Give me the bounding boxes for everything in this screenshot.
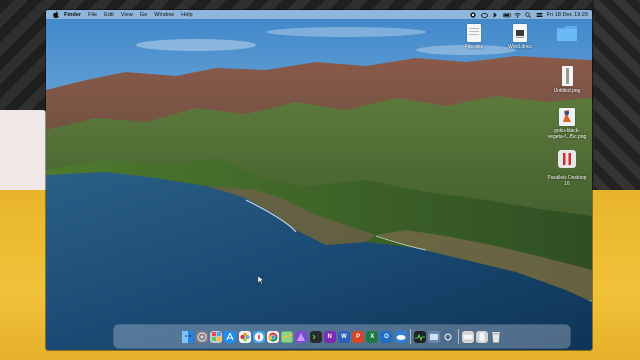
menu-edit[interactable]: Edit — [104, 12, 114, 18]
word-document-icon — [513, 24, 527, 42]
battery-icon[interactable] — [502, 12, 511, 18]
dock-onedrive-icon[interactable] — [394, 330, 407, 343]
dock-safari-icon[interactable] — [252, 330, 265, 343]
dock-powerpoint-icon[interactable]: P — [352, 330, 365, 343]
dock-excel-icon[interactable]: X — [366, 330, 379, 343]
dock-downloads-stack-icon[interactable] — [461, 330, 474, 343]
dock-separator — [457, 329, 459, 344]
desktop-icon-label: Parallels Desktop 16 — [547, 175, 587, 187]
bluetooth-icon[interactable] — [492, 12, 498, 18]
mouse-cursor-icon — [258, 276, 264, 284]
menu-help[interactable]: Help — [181, 12, 193, 18]
apple-menu-icon[interactable] — [52, 11, 59, 18]
dock-affinity-icon[interactable] — [295, 330, 308, 343]
dock-system-preferences-icon[interactable] — [196, 330, 209, 343]
dock-preview-icon[interactable] — [428, 330, 441, 343]
mac-screen: Finder File Edit View Go Window Help Fri… — [46, 10, 592, 350]
desktop-file-xlsx[interactable]: File.xlsx — [450, 24, 498, 50]
desktop-file-goku-png[interactable]: goku-black- vegeta-f...f5c.png — [543, 108, 591, 140]
dock-activity-monitor-icon[interactable] — [414, 330, 427, 343]
dock-separator — [409, 329, 411, 344]
menu-window[interactable]: Window — [154, 12, 174, 18]
dock-terminal-icon[interactable] — [309, 330, 322, 343]
dock-onenote-icon[interactable]: N — [323, 330, 336, 343]
image-file-icon — [561, 66, 573, 86]
control-center-icon[interactable] — [536, 12, 543, 18]
dock-photos-icon[interactable] — [238, 330, 251, 343]
folder-icon — [556, 24, 578, 47]
cloud-icon[interactable] — [480, 12, 488, 18]
dock-launchpad-icon[interactable] — [210, 330, 223, 343]
image-file-icon — [559, 108, 575, 126]
desktop-icon-label: Word.docx — [508, 44, 532, 50]
desk-object — [0, 110, 48, 200]
menu-view[interactable]: View — [121, 12, 133, 18]
dock-chrome-icon[interactable] — [266, 330, 279, 343]
desktop-file-untitled-png[interactable]: Untitled.png — [543, 66, 591, 94]
dock-outlook-icon[interactable]: O — [380, 330, 393, 343]
dock-finder-icon[interactable] — [181, 330, 194, 343]
dock-word-icon[interactable]: W — [337, 330, 350, 343]
dock-maps-icon[interactable] — [281, 330, 294, 343]
desktop-app-parallels[interactable]: Parallels Desktop 16 — [543, 150, 591, 187]
dock-trash-icon[interactable] — [490, 331, 502, 343]
menu-bar: Finder File Edit View Go Window Help Fri… — [46, 10, 592, 19]
dock: N W P X O — [114, 325, 570, 348]
menu-app-name[interactable]: Finder — [64, 12, 81, 18]
spreadsheet-file-icon — [467, 24, 481, 42]
dock-screenshot-icon[interactable] — [442, 330, 455, 343]
menu-clock[interactable]: Fri 18 Dec 19:29 — [547, 12, 588, 18]
desktop-icon-label: Untitled.png — [553, 88, 581, 94]
status-area: Fri 18 Dec 19:29 — [470, 10, 588, 19]
dock-documents-stack-icon[interactable] — [475, 330, 488, 343]
menu-go[interactable]: Go — [140, 12, 147, 18]
record-icon[interactable] — [470, 11, 476, 18]
dock-app-store-icon[interactable] — [224, 330, 237, 343]
desktop-folder[interactable] — [543, 24, 591, 47]
menu-file[interactable]: File — [88, 12, 97, 18]
desktop-icon-label: goku-black- vegeta-f...f5c.png — [547, 128, 587, 140]
search-icon[interactable] — [524, 11, 531, 18]
parallels-app-icon — [558, 150, 576, 173]
desktop-icon-label: File.xlsx — [464, 44, 484, 50]
desktop-file-docx[interactable]: Word.docx — [496, 24, 544, 50]
desktop-wallpaper[interactable] — [46, 10, 592, 350]
wifi-icon[interactable] — [513, 12, 521, 18]
